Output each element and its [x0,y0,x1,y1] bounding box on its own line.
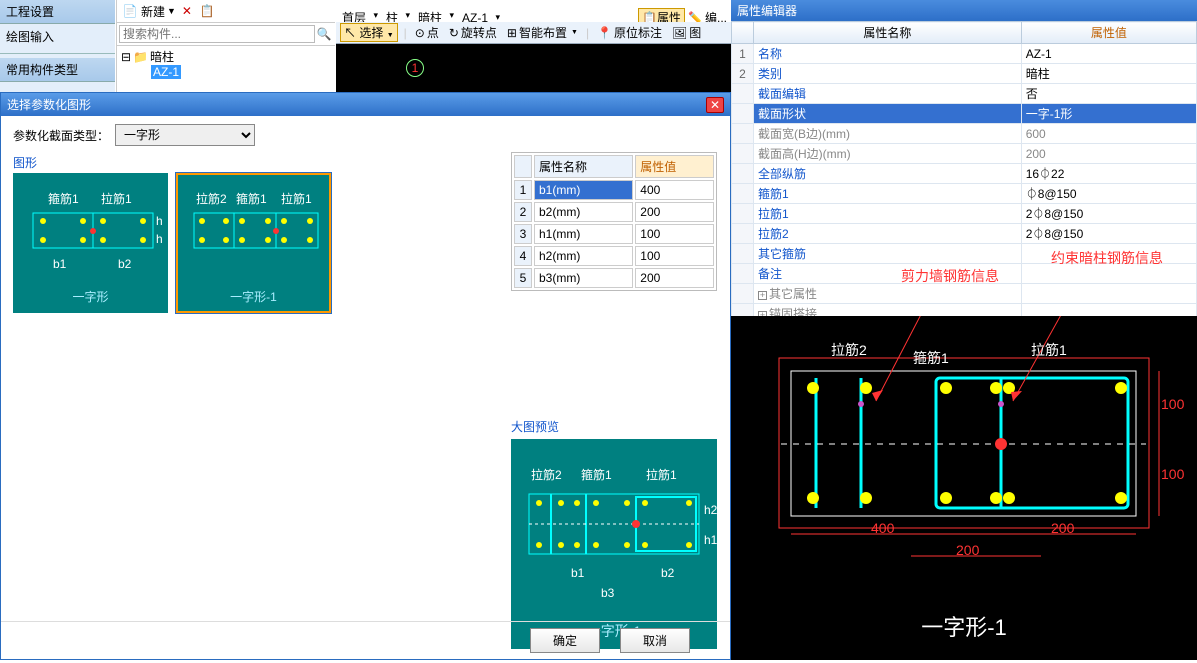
preview-box: 拉筋2箍筋1拉筋1 h2h1 b1b2 b3 一字形-1 [511,439,717,649]
pe-col-value: 属性值 [1021,22,1196,44]
svg-text:h1: h1 [156,232,163,246]
prop-val-cell[interactable]: 2⏀8@150 [1021,224,1196,244]
prop-name-cell[interactable]: 名称 [754,44,1022,64]
param-type-label: 参数化截面类型： [13,127,109,144]
col-name: 属性名称 [534,155,633,178]
shape-thumb-1[interactable]: 箍筋1 拉筋1 b1 b2 h2 h1 一字形 [13,173,168,313]
prop-val-cell[interactable]: 16⏀22 [1021,164,1196,184]
svg-text:b1: b1 [53,257,67,271]
prop-name-cell[interactable]: 拉筋1 [754,204,1022,224]
dialog-title: 选择参数化图形 [7,96,91,113]
dim-100b: 100 [1161,466,1184,482]
figure-tool[interactable]: 🖼图 [670,23,703,42]
svg-text:拉筋1: 拉筋1 [646,467,677,482]
cancel-button[interactable]: 取消 [620,628,690,653]
tree-root[interactable]: 暗柱 [150,48,174,65]
svg-text:h1: h1 [704,533,717,547]
select-tool[interactable]: ↖ 选择 ▼ [340,23,398,42]
delete-icon[interactable]: ✕ [178,2,196,20]
dim-100a: 100 [1161,396,1184,412]
prop-name-cell[interactable]: 拉筋2 [754,224,1022,244]
thumb-caption: 一字形-1 [178,288,329,305]
svg-text:b1: b1 [571,566,585,580]
ok-button[interactable]: 确定 [530,628,600,653]
parametric-shape-dialog: 选择参数化图形 ✕ 参数化截面类型： 一字形 图形 箍筋1拉筋1 b1b2 h2… [0,92,731,660]
cad-caption: 一字形-1 [731,610,1197,642]
svg-text:拉筋1: 拉筋1 [281,191,312,206]
svg-text:拉筋2: 拉筋2 [531,467,562,482]
drawing-toolbar: ↖ 选择 ▼ | ⊙点 ↻旋转点 ⊞智能布置 | 📍原位标注 🖼图 [336,22,731,44]
prop-name-cell[interactable]: 其它箍筋 [754,244,1022,264]
close-icon[interactable]: ✕ [706,97,724,113]
draw-input-item[interactable]: 绘图输入 [0,24,115,49]
prop-val-cell[interactable]: 一字-1形 [1021,104,1196,124]
svg-text:拉筋2: 拉筋2 [196,191,227,206]
main-cad-view[interactable]: 1 [336,44,731,92]
annotation-shear-wall: 剪力墙钢筋信息 [901,266,999,286]
prop-val-cell[interactable]: 否 [1021,84,1196,104]
label-lajin2: 拉筋2 [831,340,867,360]
prop-name-cell[interactable]: 全部纵筋 [754,164,1022,184]
prop-name-cell[interactable]: 截面高(H边)(mm) [754,144,1022,164]
search-icon[interactable]: 🔍 [315,25,333,43]
tree-item-az1[interactable]: AZ-1 [151,65,181,79]
svg-text:箍筋1: 箍筋1 [236,191,267,206]
svg-text:h2: h2 [704,503,717,517]
prop-val-cell[interactable]: 200 [1021,144,1196,164]
label-gujin1: 箍筋1 [913,348,949,368]
pe-col-name: 属性名称 [754,22,1022,44]
preview-label: 大图预览 [511,418,717,435]
svg-text:b3: b3 [601,586,615,600]
copy-icon[interactable]: 📋 [198,2,216,20]
svg-text:箍筋1: 箍筋1 [581,467,612,482]
prop-val-cell[interactable]: 暗柱 [1021,64,1196,84]
dim-200a: 200 [1051,520,1074,536]
folder-icon: 📁 [133,50,148,64]
common-types-header[interactable]: 常用构件类型 [0,58,115,82]
prop-name-cell[interactable]: 箍筋1 [754,184,1022,204]
annotation-column: 约束暗柱钢筋信息 [1051,248,1163,268]
prop-name-cell[interactable]: 截面编辑 [754,84,1022,104]
large-cad-preview: 拉筋2 箍筋1 拉筋1 400 200 200 100 100 一字形-1 [731,316,1197,660]
shape-thumb-2[interactable]: 拉筋2 箍筋1 拉筋1 一字形-1 [176,173,331,313]
prop-name-cell[interactable]: 截面形状 [754,104,1022,124]
svg-text:h2: h2 [156,214,163,228]
prop-val-cell[interactable] [1021,284,1196,304]
param-table: 属性名称属性值 1b1(mm)400 2b2(mm)200 3h1(mm)100… [511,152,717,291]
prop-name-cell[interactable]: 截面宽(B边)(mm) [754,124,1022,144]
new-button[interactable]: 新建 [141,3,165,20]
param-val-cell[interactable]: 400 [635,180,714,200]
prop-val-cell[interactable]: 600 [1021,124,1196,144]
svg-text:b2: b2 [661,566,675,580]
property-editor-title: 属性编辑器 [731,0,1197,21]
prop-val-cell[interactable]: ⏀8@150 [1021,184,1196,204]
dim-200b: 200 [956,542,979,558]
left-sidebar: 工程设置 绘图输入 常用构件类型 [0,0,115,92]
prop-val-cell[interactable]: 2⏀8@150 [1021,204,1196,224]
prop-val-cell[interactable]: AZ-1 [1021,44,1196,64]
smart-layout-tool[interactable]: ⊞智能布置 [505,23,580,42]
origin-label-tool[interactable]: 📍原位标注 [595,23,664,42]
svg-text:b2: b2 [118,257,132,271]
search-input[interactable] [119,25,315,43]
project-settings-header[interactable]: 工程设置 [0,0,115,24]
new-icon[interactable]: 📄 [121,2,139,20]
svg-text:拉筋1: 拉筋1 [101,191,132,206]
label-lajin1: 拉筋1 [1031,340,1067,360]
param-name-cell[interactable]: b1(mm) [534,180,633,200]
grid-marker-1: 1 [406,59,424,77]
component-tree-panel: 📄 新建 ▼ ✕ 📋 🔍 ⊟📁暗柱 AZ-1 [116,0,335,92]
col-value: 属性值 [635,155,714,178]
dim-400: 400 [871,520,894,536]
svg-text:箍筋1: 箍筋1 [48,191,79,206]
prop-name-cell[interactable]: +其它属性 [754,284,1022,304]
rotate-tool[interactable]: ↻旋转点 [447,23,499,42]
thumb-caption: 一字形 [15,288,166,305]
param-type-select[interactable]: 一字形 [115,124,255,146]
point-tool[interactable]: ⊙点 [413,23,441,42]
prop-name-cell[interactable]: 类别 [754,64,1022,84]
